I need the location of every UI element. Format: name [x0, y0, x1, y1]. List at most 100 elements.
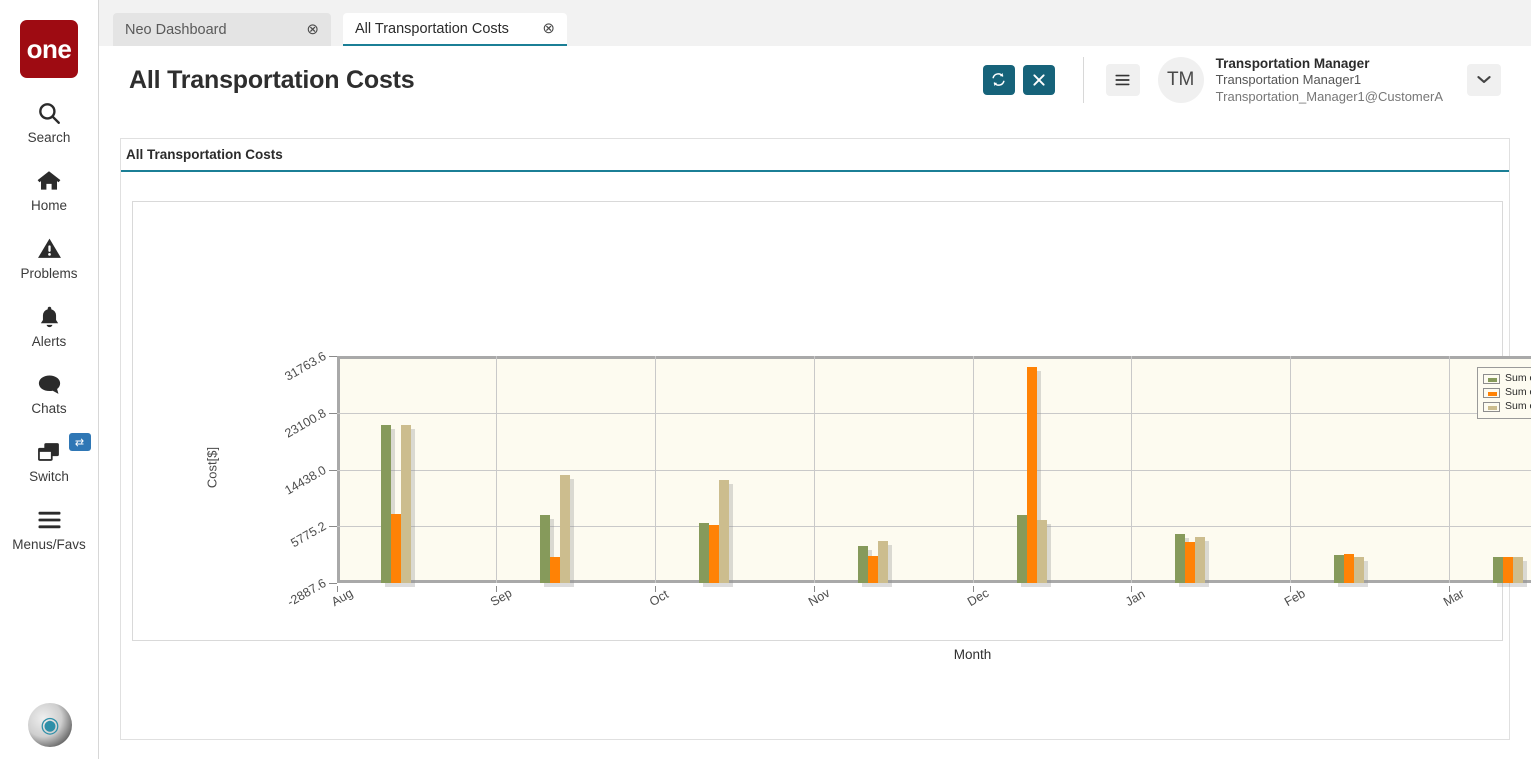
warning-triangle-icon — [36, 234, 63, 264]
y-tick-mark — [329, 356, 337, 357]
gridline-vertical — [1449, 356, 1450, 583]
chevron-down-icon[interactable] — [1467, 64, 1501, 96]
bar[interactable] — [401, 425, 411, 583]
bar[interactable] — [1354, 557, 1364, 583]
brand-logo-text: one — [27, 36, 72, 62]
legend-label: Sum of Total Accessorial — [1505, 387, 1531, 398]
gridline-vertical — [1131, 356, 1132, 583]
bar[interactable] — [858, 546, 868, 583]
tab-bar: Neo Dashboard ⊗ All Transportation Costs… — [99, 0, 1531, 46]
bar[interactable] — [550, 557, 560, 583]
x-tick-label: Jan — [1123, 587, 1147, 609]
y-axis-label: Cost[$] — [205, 407, 220, 527]
x-tick-label: Nov — [806, 586, 832, 609]
bar-fill — [878, 541, 888, 583]
close-icon[interactable] — [1023, 65, 1055, 95]
hamburger-icon — [36, 505, 63, 535]
hamburger-icon[interactable] — [1106, 64, 1140, 96]
bar[interactable] — [1185, 542, 1195, 583]
bar[interactable] — [540, 515, 550, 583]
bar[interactable] — [1037, 520, 1047, 583]
sidebar-item-problems[interactable]: Problems — [0, 234, 99, 282]
search-icon — [36, 98, 62, 128]
sidebar-item-menus-favs[interactable]: Menus/Favs — [0, 505, 99, 553]
bar-fill — [1503, 557, 1513, 583]
x-tick-label: Feb — [1282, 586, 1308, 609]
bar[interactable] — [1344, 554, 1354, 583]
bar[interactable] — [1027, 367, 1037, 583]
bar[interactable] — [878, 541, 888, 583]
y-tick-label: 23100.8 — [226, 406, 328, 473]
y-tick-mark — [329, 526, 337, 527]
ai-head-icon[interactable]: ◉ — [28, 703, 72, 747]
bar[interactable] — [709, 525, 719, 583]
y-tick-label: 5775.2 — [226, 519, 328, 586]
header-divider — [1083, 57, 1084, 103]
legend-item[interactable]: Sum of Line Haul Total — [1483, 372, 1531, 385]
chart-legend: Sum of Line Haul Total Sum of Total Acces… — [1477, 367, 1531, 419]
y-tick-mark — [329, 470, 337, 471]
bar[interactable] — [1195, 537, 1205, 583]
bar[interactable] — [1493, 557, 1503, 583]
bar[interactable] — [1513, 557, 1523, 583]
tab-neo-dashboard[interactable]: Neo Dashboard ⊗ — [113, 13, 331, 46]
panel-title: All Transportation Costs — [126, 147, 283, 162]
sidebar-item-chats[interactable]: Chats — [0, 369, 99, 417]
avatar[interactable]: TM — [1158, 57, 1204, 103]
tab-all-transportation-costs[interactable]: All Transportation Costs ⊗ — [343, 13, 567, 46]
sidebar-item-switch[interactable]: ⇄ Switch — [0, 437, 99, 485]
bar[interactable] — [868, 556, 878, 583]
close-icon[interactable]: ⊗ — [292, 22, 319, 37]
left-sidebar: one Search Home — [0, 0, 99, 759]
bar[interactable] — [719, 480, 729, 583]
bar-fill — [381, 425, 391, 583]
refresh-icon[interactable] — [983, 65, 1015, 95]
bar[interactable] — [1334, 555, 1344, 583]
legend-item[interactable]: Sum of Total Cost — [1483, 400, 1531, 413]
bar[interactable] — [391, 514, 401, 583]
gridline-horizontal — [337, 413, 1531, 414]
sidebar-item-label: Problems — [20, 267, 77, 282]
gridline-vertical — [1290, 356, 1291, 583]
brand-logo[interactable]: one — [20, 20, 78, 78]
header-actions: TM Transportation Manager Transportation… — [975, 55, 1501, 106]
bar-fill — [1354, 557, 1364, 583]
bar-chart[interactable]: -2887.65775.214438.023100.831763.6AugSep… — [132, 201, 1503, 641]
legend-item[interactable]: Sum of Total Accessorial — [1483, 386, 1531, 399]
bar[interactable] — [1503, 557, 1513, 583]
bar-fill — [1195, 537, 1205, 583]
home-icon — [35, 166, 63, 196]
bar-fill — [540, 515, 550, 583]
bar[interactable] — [560, 475, 570, 583]
tab-label: All Transportation Costs — [355, 21, 509, 37]
bar-fill — [1513, 557, 1523, 583]
close-icon[interactable]: ⊗ — [528, 21, 555, 36]
sidebar-item-search[interactable]: Search — [0, 98, 99, 146]
legend-label: Sum of Total Cost — [1505, 401, 1531, 412]
sidebar-item-label: Chats — [31, 402, 66, 417]
bar-fill — [560, 475, 570, 583]
bar-fill — [550, 557, 560, 583]
sidebar-item-home[interactable]: Home — [0, 166, 99, 214]
gridline-vertical — [655, 356, 656, 583]
x-tick-label: Aug — [329, 586, 355, 609]
panel-header: All Transportation Costs — [121, 139, 1509, 172]
sidebar-item-label: Switch — [29, 470, 69, 485]
bar-fill — [1017, 515, 1027, 583]
x-tick-label: Dec — [965, 586, 991, 609]
bar[interactable] — [1175, 534, 1185, 583]
sidebar-item-alerts[interactable]: Alerts — [0, 302, 99, 350]
bar[interactable] — [381, 425, 391, 583]
legend-label: Sum of Line Haul Total — [1505, 373, 1531, 384]
gridline-vertical — [973, 356, 974, 583]
chat-bubble-icon — [36, 369, 63, 399]
y-tick-mark — [329, 583, 337, 584]
bar-fill — [868, 556, 878, 583]
bar[interactable] — [1017, 515, 1027, 583]
switch-badge-icon[interactable]: ⇄ — [69, 433, 91, 451]
bar[interactable] — [699, 523, 709, 583]
gridline-vertical — [496, 356, 497, 583]
bar-fill — [858, 546, 868, 583]
windows-stack-icon — [35, 437, 63, 467]
y-tick-label: -2887.6 — [226, 576, 328, 643]
